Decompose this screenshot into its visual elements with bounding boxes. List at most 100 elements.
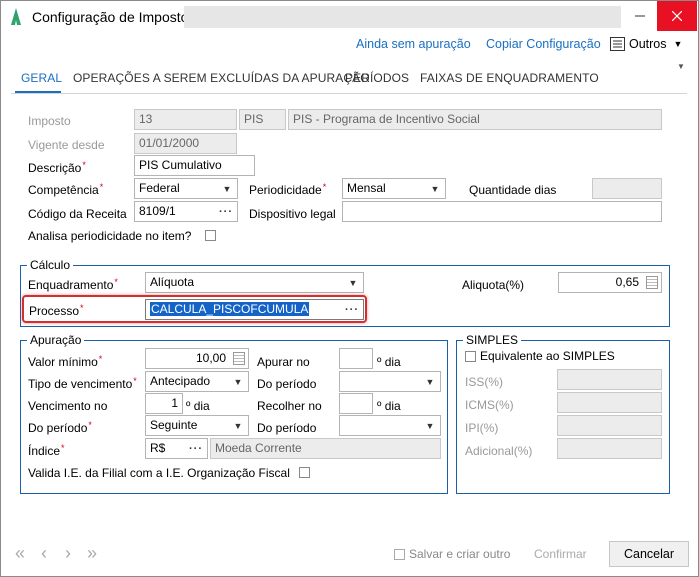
tab-general[interactable]: GERAL <box>21 71 62 85</box>
collapse-arrow-icon[interactable]: ▼ <box>677 62 685 71</box>
lookup-dots-icon[interactable]: ··· <box>187 440 205 457</box>
period-value: Seguinte <box>150 418 198 432</box>
tab-periods[interactable]: PERÍODOS <box>345 71 409 85</box>
index-label: Índice* <box>28 443 65 458</box>
others-menu-button[interactable]: Outros ▼ <box>610 36 682 52</box>
icms-field <box>557 392 662 413</box>
legal-device-input[interactable] <box>342 201 662 222</box>
period-select[interactable]: Seguinte ▼ <box>145 415 249 436</box>
simples-equivalent-checkbox[interactable] <box>465 351 476 362</box>
periodicity-value: Mensal <box>347 181 386 195</box>
chevron-down-icon: ▼ <box>233 420 243 431</box>
last-record-icon[interactable]: » <box>87 543 97 564</box>
no-calc-link[interactable]: Ainda sem apuração <box>356 37 471 51</box>
due-type-label: Tipo de vencimento* <box>28 376 137 391</box>
process-value: CALCULA_PISCOFCUMULA <box>150 302 310 316</box>
next-record-icon[interactable]: › <box>65 543 71 564</box>
competence-select[interactable]: Federal ▼ <box>134 178 238 199</box>
rate-input[interactable]: 0,65 <box>558 272 662 293</box>
due-on-input[interactable]: 1 <box>145 393 183 414</box>
assess-on-label: Apurar no <box>257 355 310 369</box>
cancel-button[interactable]: Cancelar <box>609 541 689 567</box>
active-tab-indicator <box>15 91 61 93</box>
tab-divider <box>11 93 687 94</box>
lookup-dots-icon[interactable]: ··· <box>343 301 361 318</box>
competence-label: Competência* <box>28 182 104 197</box>
calculator-icon[interactable] <box>233 352 245 365</box>
periodicity-label: Periodicidade* <box>249 182 327 197</box>
rate-value: 0,65 <box>615 275 639 289</box>
period-label-3: Do período <box>257 421 317 435</box>
save-and-new-label: Salvar e criar outro <box>409 547 511 561</box>
calculation-group-title: Cálculo <box>27 258 74 272</box>
analyze-periodicity-label: Analisa periodicidade no item? <box>28 229 192 243</box>
assess-day-suffix: º dia <box>377 355 401 369</box>
title-search-area <box>184 6 621 28</box>
revenue-code-input[interactable]: 8109/1 ··· <box>134 201 238 222</box>
revenue-code-value: 8109/1 <box>139 204 176 218</box>
calculator-icon[interactable] <box>646 276 658 289</box>
tab-brackets[interactable]: FAIXAS DE ENQUADRAMENTO <box>420 71 599 85</box>
chevron-down-icon: ▼ <box>222 183 232 194</box>
validate-ie-label: Valida I.E. da Filial com a I.E. Organiz… <box>28 466 290 480</box>
chevron-down-icon: ▼ <box>348 277 358 288</box>
close-button[interactable] <box>657 1 697 31</box>
ipi-field <box>557 415 662 436</box>
collect-on-input[interactable] <box>339 393 373 414</box>
framing-label: Enquadramento* <box>28 277 118 292</box>
rate-label: Aliquota(%) <box>462 278 525 292</box>
analyze-periodicity-checkbox[interactable] <box>205 230 216 241</box>
assess-on-input[interactable] <box>339 348 373 369</box>
period-select-3[interactable]: ▼ <box>339 415 441 436</box>
process-label: Processo* <box>29 303 84 318</box>
tab-excluded-operations[interactable]: OPERAÇÕES A SEREM EXCLUÍDAS DA APURAÇÃO <box>73 71 370 85</box>
lookup-dots-icon[interactable]: ··· <box>217 203 235 220</box>
assessment-group-title: Apuração <box>27 333 85 347</box>
collect-on-label: Recolher no <box>257 399 322 413</box>
list-icon <box>610 37 625 51</box>
index-input[interactable]: R$ ··· <box>145 438 208 459</box>
days-quantity-label: Quantidade dias <box>469 183 557 197</box>
additional-label: Adicional(%) <box>465 444 533 458</box>
min-value-label: Valor mínimo* <box>28 354 103 369</box>
description-input[interactable]: PIS Cumulativo <box>134 155 255 176</box>
simples-group-title: SIMPLES <box>463 333 522 347</box>
period-select-2[interactable]: ▼ <box>339 371 441 392</box>
copy-config-link[interactable]: Copiar Configuração <box>486 37 601 51</box>
previous-record-icon[interactable]: ‹ <box>41 543 47 564</box>
due-type-value: Antecipado <box>150 374 211 388</box>
due-type-select[interactable]: Antecipado ▼ <box>145 371 249 392</box>
save-and-new-checkbox[interactable] <box>394 549 405 560</box>
tax-code-field: 13 <box>134 109 237 130</box>
collect-day-suffix: º dia <box>377 399 401 413</box>
valid-since-label: Vigente desde <box>28 138 105 152</box>
days-quantity-field <box>592 178 662 199</box>
process-input[interactable]: CALCULA_PISCOFCUMULA ··· <box>145 299 364 320</box>
periodicity-select[interactable]: Mensal ▼ <box>342 178 446 199</box>
period-label-2: Do período <box>257 377 317 391</box>
window-title: Configuração de Impostos <box>32 9 196 25</box>
minimize-button[interactable] <box>623 1 656 31</box>
validate-ie-checkbox[interactable] <box>299 467 310 478</box>
min-value-input[interactable]: 10,00 <box>145 348 249 369</box>
close-icon <box>672 11 682 21</box>
chevron-down-icon: ▼ <box>673 39 683 49</box>
title-bar: Configuração de Impostos <box>1 1 698 33</box>
first-record-icon[interactable]: « <box>15 543 25 564</box>
additional-field <box>557 438 662 459</box>
icms-label: ICMS(%) <box>465 398 514 412</box>
confirm-button[interactable]: Confirmar <box>534 547 587 561</box>
ipi-label: IPI(%) <box>465 421 499 435</box>
chevron-down-icon: ▼ <box>233 376 243 387</box>
legal-device-label: Dispositivo legal <box>249 207 336 221</box>
chevron-down-icon: ▼ <box>430 183 440 194</box>
description-label: Descrição* <box>28 160 86 175</box>
due-on-label: Vencimento no <box>28 399 108 413</box>
tax-acronym-field: PIS <box>239 109 286 130</box>
minimize-icon <box>634 15 645 17</box>
due-day-suffix: º dia <box>186 399 210 413</box>
others-label: Outros <box>629 37 667 51</box>
iss-field <box>557 369 662 390</box>
app-logo-icon <box>11 8 21 25</box>
framing-select[interactable]: Alíquota ▼ <box>145 272 364 293</box>
